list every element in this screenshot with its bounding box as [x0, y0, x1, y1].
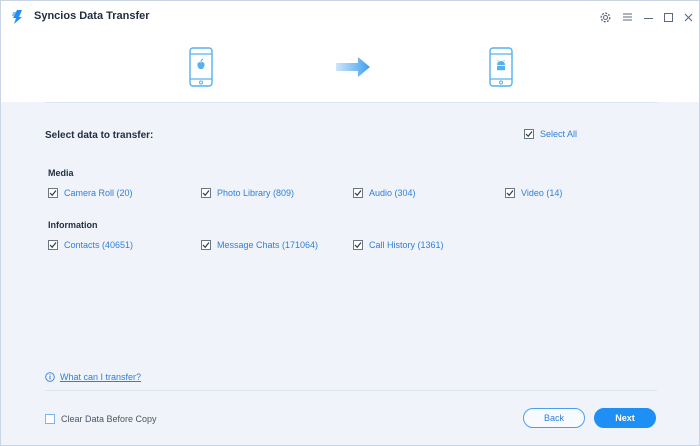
- checkbox-unchecked-icon[interactable]: [45, 414, 55, 424]
- option-label[interactable]: Call History (1361): [369, 240, 444, 250]
- option-label[interactable]: Audio (304): [369, 188, 416, 198]
- option-message-chats[interactable]: Message Chats (171064): [201, 240, 318, 250]
- checkbox-checked-icon[interactable]: [353, 188, 363, 198]
- minimize-icon[interactable]: [641, 10, 655, 24]
- select-all-checkbox[interactable]: Select All: [524, 129, 577, 139]
- menu-icon[interactable]: [620, 10, 634, 24]
- option-label[interactable]: Message Chats (171064): [217, 240, 318, 250]
- android-phone-icon: [489, 47, 513, 87]
- next-button[interactable]: Next: [594, 408, 656, 428]
- select-all-label[interactable]: Select All: [540, 129, 577, 139]
- option-label[interactable]: Photo Library (809): [217, 188, 294, 198]
- what-can-i-transfer-link[interactable]: What can I transfer?: [60, 372, 141, 382]
- window-title: Syncios Data Transfer: [34, 10, 150, 22]
- checkbox-checked-icon[interactable]: [48, 188, 58, 198]
- checkbox-checked-icon[interactable]: [201, 240, 211, 250]
- arrow-right-icon: [336, 57, 370, 77]
- app-window: Syncios Data Transfer Select data to tra…: [0, 0, 700, 446]
- option-label[interactable]: Video (14): [521, 188, 562, 198]
- device-transfer-banner: [1, 32, 699, 102]
- option-video[interactable]: Video (14): [505, 188, 562, 198]
- option-call-history[interactable]: Call History (1361): [353, 240, 444, 250]
- gear-icon[interactable]: [598, 10, 612, 24]
- group-title-information: Information: [48, 220, 98, 230]
- option-label[interactable]: Contacts (40651): [64, 240, 133, 250]
- close-icon[interactable]: [681, 10, 695, 24]
- checkbox-checked-icon[interactable]: [353, 240, 363, 250]
- checkbox-checked-icon[interactable]: [48, 240, 58, 250]
- option-contacts[interactable]: Contacts (40651): [48, 240, 133, 250]
- option-photo-library[interactable]: Photo Library (809): [201, 188, 294, 198]
- group-title-media: Media: [48, 168, 74, 178]
- clear-data-label[interactable]: Clear Data Before Copy: [61, 414, 157, 424]
- back-button[interactable]: Back: [523, 408, 585, 428]
- checkbox-checked-icon[interactable]: [201, 188, 211, 198]
- checkbox-checked-icon[interactable]: [524, 129, 534, 139]
- option-audio[interactable]: Audio (304): [353, 188, 416, 198]
- help-row: What can I transfer?: [45, 372, 141, 382]
- select-data-heading: Select data to transfer:: [45, 130, 154, 141]
- iphone-icon: [189, 47, 213, 87]
- divider: [45, 102, 657, 103]
- option-camera-roll[interactable]: Camera Roll (20): [48, 188, 133, 198]
- clear-data-checkbox[interactable]: Clear Data Before Copy: [45, 414, 157, 424]
- maximize-icon[interactable]: [661, 10, 675, 24]
- divider: [45, 390, 657, 391]
- info-icon: [45, 372, 55, 382]
- title-bar: Syncios Data Transfer: [1, 1, 699, 32]
- option-label[interactable]: Camera Roll (20): [64, 188, 133, 198]
- checkbox-checked-icon[interactable]: [505, 188, 515, 198]
- syncios-logo-icon: [12, 10, 22, 24]
